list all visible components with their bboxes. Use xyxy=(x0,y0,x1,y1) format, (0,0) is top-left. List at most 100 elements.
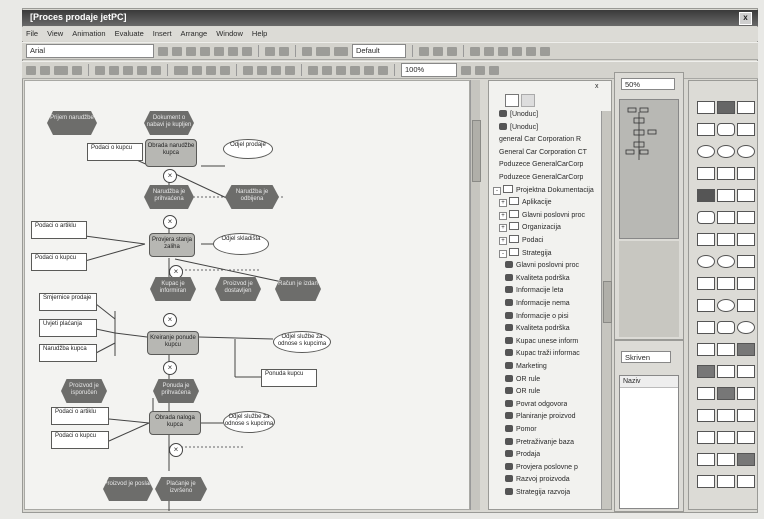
tree-item[interactable]: Glavni poslovni proc xyxy=(491,260,579,272)
model-icon[interactable] xyxy=(243,65,253,75)
scrollbar-thumb[interactable] xyxy=(472,120,481,182)
tree-expander-icon[interactable]: + xyxy=(499,199,507,208)
symbol-rounded-icon[interactable] xyxy=(717,321,735,334)
symbol-rect-icon[interactable] xyxy=(737,123,755,136)
properties-list[interactable]: Naziv xyxy=(619,375,679,509)
undo-icon[interactable] xyxy=(137,65,147,75)
event-shape[interactable]: Narudžba je odbijena xyxy=(225,185,279,209)
tree-item[interactable]: OR rule xyxy=(491,386,540,398)
symbol-rect-icon[interactable] xyxy=(717,343,735,356)
simulation-start-icon[interactable] xyxy=(308,65,318,75)
tree-item[interactable]: + Organizacija xyxy=(491,222,561,234)
report-icon[interactable] xyxy=(257,65,267,75)
explorer-tree[interactable]: [Unoduc] [Unoduc] general Car Corporation … xyxy=(491,109,599,509)
event-shape[interactable]: Proizvod je isporučen xyxy=(61,379,107,403)
diagram-canvas[interactable]: Prijem narudžbe Dokument o nabavi je kup… xyxy=(24,80,470,511)
filter-icon[interactable] xyxy=(285,65,295,75)
tree-item[interactable]: Kvaliteta podrška xyxy=(491,273,570,285)
event-shape[interactable]: Račun je izdan xyxy=(275,277,321,301)
grid-icon[interactable] xyxy=(265,46,275,56)
group-icon[interactable] xyxy=(447,46,457,56)
paste-icon[interactable] xyxy=(123,65,133,75)
symbol-rect-icon[interactable] xyxy=(737,431,755,444)
save-icon[interactable] xyxy=(40,65,50,75)
connector-xor[interactable]: × xyxy=(169,443,183,457)
symbol-rounded-icon[interactable] xyxy=(717,123,735,136)
tree-item[interactable]: OR rule xyxy=(491,374,540,386)
event-shape[interactable]: Proizvod je poslan xyxy=(103,477,153,501)
navigator-overview[interactable] xyxy=(619,99,679,239)
function-shape[interactable]: Obrada narudžbe kupca xyxy=(145,139,197,167)
menu-animation[interactable]: Animation xyxy=(72,29,105,39)
close-window-button[interactable]: x xyxy=(739,12,752,25)
tree-item[interactable]: Kupac traži informac xyxy=(491,348,580,360)
symbol-rect-icon[interactable] xyxy=(737,409,755,422)
symbol-grid-icon[interactable] xyxy=(737,167,755,180)
tree-item[interactable]: Povrat odgovora xyxy=(491,399,567,411)
tree-item[interactable]: Poduzece GeneralCarCorp xyxy=(491,172,583,184)
event-shape[interactable]: Narudžba je prihvaćena xyxy=(144,185,194,209)
explorer-scrollbar[interactable] xyxy=(601,111,612,509)
simulation-stop-icon[interactable] xyxy=(350,65,360,75)
document-shape[interactable]: Podaci o kupcu xyxy=(51,431,109,449)
symbol-rect-icon[interactable] xyxy=(737,277,755,290)
symbol-rounded-icon[interactable] xyxy=(697,211,715,224)
symbol-rect-icon[interactable] xyxy=(697,299,715,312)
tree-item[interactable]: - Strategija xyxy=(491,247,552,260)
symbol-rect-icon[interactable] xyxy=(717,233,735,246)
symbol-rect-icon[interactable] xyxy=(697,387,715,400)
symbol-ellipse-icon[interactable] xyxy=(697,145,715,158)
window-title-bar[interactable]: [Proces prodaje jetPC] x xyxy=(22,10,758,26)
arrange-icon[interactable] xyxy=(419,46,429,56)
underline-icon[interactable] xyxy=(186,46,196,56)
connector-xor[interactable]: × xyxy=(169,265,183,279)
tree-item[interactable]: + Podaci xyxy=(491,235,543,247)
rounded-shape-icon[interactable] xyxy=(498,46,508,56)
simulation-pause-icon[interactable] xyxy=(336,65,346,75)
properties-dropdown[interactable]: Skriven xyxy=(621,351,671,363)
database-icon[interactable] xyxy=(271,65,281,75)
event-shape[interactable]: Plaćanje je izvršeno xyxy=(155,477,207,501)
symbol-ellipse-icon[interactable] xyxy=(717,145,735,158)
document-shape[interactable]: Narudžba kupca xyxy=(39,344,97,362)
simulation-close-icon[interactable] xyxy=(378,65,388,75)
line-color-icon[interactable] xyxy=(334,46,348,56)
tree-item[interactable]: + Aplikacije xyxy=(491,197,552,209)
event-shape[interactable]: Dokument o nabavi je kupljen xyxy=(144,111,194,135)
italic-icon[interactable] xyxy=(172,46,182,56)
org-unit-shape[interactable]: Odjel službe za odnose s kupcima xyxy=(223,411,275,433)
rectangle-shape-icon[interactable] xyxy=(470,46,480,56)
text-tool-icon[interactable] xyxy=(540,46,550,56)
layout-icon[interactable] xyxy=(433,46,443,56)
tree-expander-icon[interactable]: + xyxy=(499,224,507,233)
symbol-rect-icon[interactable] xyxy=(737,211,755,224)
symbol-ellipse-icon[interactable] xyxy=(717,255,735,268)
document-shape[interactable]: Uvjeti plaćanja xyxy=(39,319,97,337)
connector-xor[interactable]: × xyxy=(163,169,177,183)
symbol-rect-icon[interactable] xyxy=(737,475,755,488)
tree-item[interactable]: Poduzece GeneralCarCorp xyxy=(491,159,583,171)
zoom-in-icon[interactable] xyxy=(461,65,471,75)
copy-icon[interactable] xyxy=(109,65,119,75)
hexagon-shape-icon[interactable] xyxy=(512,46,522,56)
symbol-document-icon[interactable] xyxy=(737,101,755,114)
align-left-icon[interactable] xyxy=(200,46,210,56)
org-unit-shape[interactable]: Odjel skladišta xyxy=(213,233,269,255)
tree-item[interactable]: general Car Corporation R xyxy=(491,134,581,146)
align-right-icon[interactable] xyxy=(228,46,238,56)
line-style-icon[interactable] xyxy=(302,46,312,56)
symbol-rect-icon[interactable] xyxy=(697,277,715,290)
symbol-rect-icon[interactable] xyxy=(697,343,715,356)
align-center-icon[interactable] xyxy=(214,46,224,56)
tree-item[interactable]: Informacije nema xyxy=(491,298,570,310)
symbol-rect-icon[interactable] xyxy=(717,453,735,466)
ellipse-shape-icon[interactable] xyxy=(484,46,494,56)
symbol-rect-icon[interactable] xyxy=(697,321,715,334)
symbol-rect-icon[interactable] xyxy=(697,453,715,466)
menu-view[interactable]: View xyxy=(47,29,63,39)
menu-window[interactable]: Window xyxy=(216,29,243,39)
symbol-rect-icon[interactable] xyxy=(737,189,755,202)
tree-item[interactable]: Informacije leta xyxy=(491,285,563,297)
tree-item[interactable]: [Unoduc] xyxy=(491,109,538,121)
menu-file[interactable]: File xyxy=(26,29,38,39)
